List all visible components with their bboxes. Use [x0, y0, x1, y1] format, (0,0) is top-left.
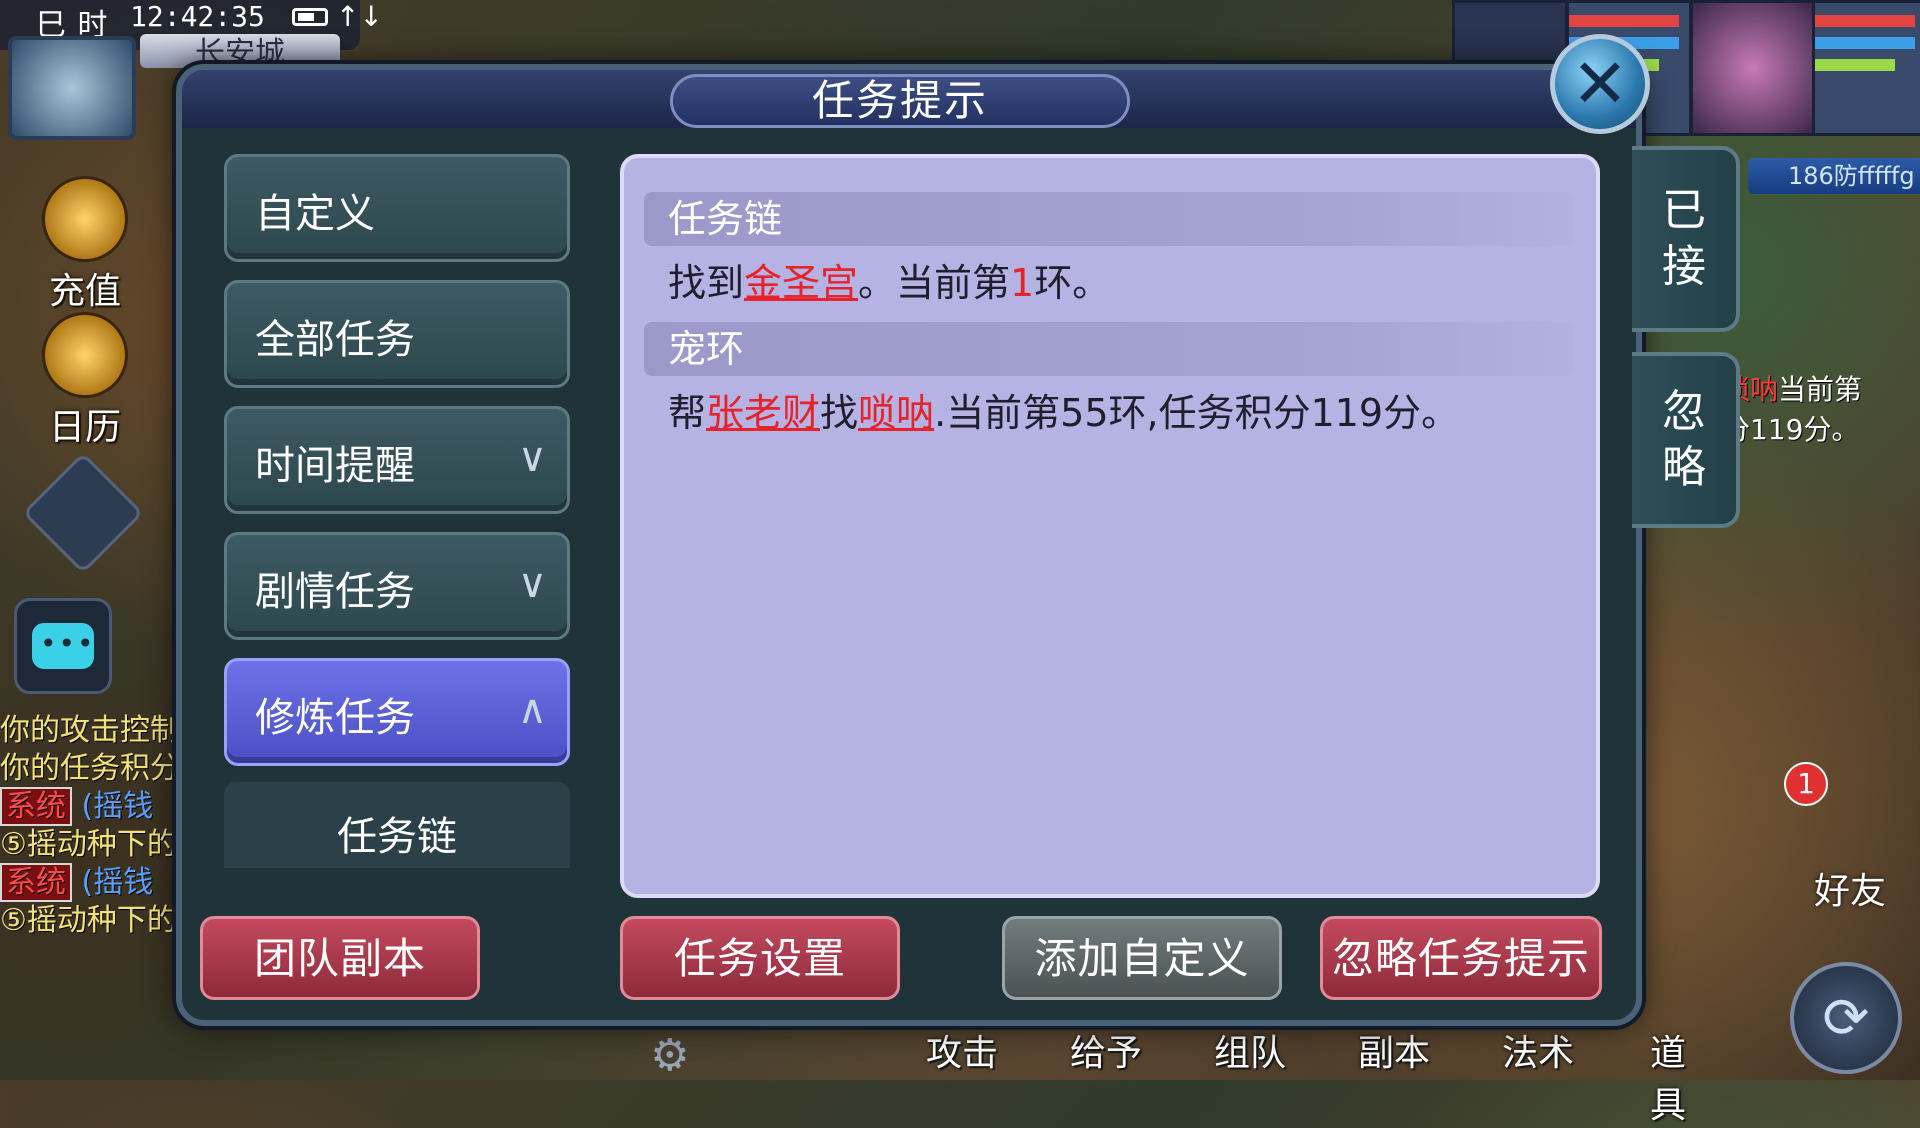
- chat-line: ⑤摇动种下的: [0, 903, 177, 938]
- item-link[interactable]: 唢呐: [858, 391, 934, 435]
- gear-icon[interactable]: ⚙: [650, 1030, 689, 1081]
- chat-line: ⑤摇动种下的: [0, 827, 177, 862]
- task-tracker-snippet[interactable]: 唢呐当前第 分119分。: [1722, 370, 1862, 450]
- gong-icon: [42, 312, 128, 398]
- round-number: 1: [1010, 261, 1035, 305]
- player-portrait[interactable]: [1690, 0, 1816, 136]
- add-custom-button[interactable]: 添加自定义: [1002, 916, 1282, 1000]
- text-segment: 环。: [1034, 261, 1111, 305]
- text-segment: 帮: [668, 391, 707, 435]
- clock-time: 12:42:35: [130, 0, 265, 33]
- task-chain-description: 找到金圣宫。当前第1环。: [668, 252, 1110, 307]
- chevron-down-icon: ∨: [517, 435, 547, 481]
- calendar-label: 日历: [48, 407, 121, 448]
- direction-pad-icon[interactable]: [22, 452, 144, 574]
- chat-bubble-icon: [32, 623, 96, 669]
- team-dungeon-button[interactable]: 团队副本: [200, 916, 480, 1000]
- score-tag: 186防fffffg: [1748, 158, 1920, 194]
- text-segment: 找: [820, 391, 859, 435]
- chat-log[interactable]: 你的攻击控制 你的任务积分 系统 (摇钱 ⑤摇动种下的 系统 (摇钱 ⑤摇动种下…: [0, 712, 180, 1012]
- submenu-item-task-chain[interactable]: 任务链: [224, 782, 570, 868]
- task-settings-button[interactable]: 任务设置: [620, 916, 900, 1000]
- section-header-task-chain: 任务链: [644, 192, 1574, 246]
- menu-item-label: 剧情任务: [255, 569, 415, 615]
- team-button[interactable]: 组队: [1214, 1024, 1286, 1076]
- chat-line: 系统 (摇钱: [0, 787, 180, 826]
- menu-item-label: 时间提醒: [255, 443, 415, 489]
- tracker-text: 当前第: [1778, 373, 1863, 406]
- friend-button[interactable]: 好友: [1790, 862, 1910, 914]
- hp-bar: [1569, 15, 1679, 27]
- close-icon[interactable]: ✕: [1550, 34, 1650, 134]
- menu-item-label: 修炼任务: [255, 695, 415, 741]
- menu-item-custom[interactable]: 自定义: [224, 154, 570, 262]
- item-button[interactable]: 道具: [1650, 1024, 1720, 1128]
- tracker-line: 唢呐当前第: [1722, 370, 1862, 410]
- ignore-task-tips-button[interactable]: 忽略任务提示: [1320, 916, 1602, 1000]
- location-name[interactable]: 长安城: [140, 34, 340, 68]
- chat-line-text: (摇钱: [81, 789, 154, 824]
- chevron-down-icon: ∨: [517, 561, 547, 607]
- dungeon-button[interactable]: 副本: [1358, 1024, 1430, 1076]
- minimap-portrait[interactable]: [8, 36, 136, 140]
- chat-line: 你的任务积分: [0, 751, 180, 786]
- give-button[interactable]: 给予: [1070, 1024, 1142, 1076]
- chat-line: 你的攻击控制: [0, 713, 180, 748]
- location-link[interactable]: 金圣宫: [744, 261, 858, 305]
- tab-label: 已接: [1662, 185, 1706, 292]
- text-segment: .当前第55环,任务积分119分。: [934, 391, 1460, 435]
- task-detail-panel: 任务链 找到金圣宫。当前第1环。 宠环 帮张老财找唢呐.当前第55环,任务积分1…: [620, 154, 1600, 898]
- chat-line-text: (摇钱: [81, 865, 154, 900]
- tab-ignored[interactable]: 忽略: [1632, 352, 1740, 528]
- system-tag: 系统: [0, 863, 72, 902]
- menu-item-time-reminder[interactable]: 时间提醒 ∨: [224, 406, 570, 514]
- spell-button[interactable]: 法术: [1502, 1024, 1574, 1076]
- player-bars: [1812, 0, 1920, 136]
- menu-item-label: 自定义: [255, 191, 375, 237]
- npc-link[interactable]: 张老财: [706, 391, 820, 435]
- menu-item-all-tasks[interactable]: 全部任务: [224, 280, 570, 388]
- submenu-item-label: 任务链: [337, 814, 457, 860]
- text-segment: 。当前第: [858, 261, 1011, 305]
- tracker-line: 分119分。: [1722, 413, 1860, 446]
- chat-line: 系统 (摇钱: [0, 863, 180, 902]
- system-tag: 系统: [0, 787, 72, 826]
- hp-bar: [1815, 15, 1915, 27]
- sp-bar: [1815, 59, 1895, 71]
- friend-notification-badge: 1: [1784, 762, 1828, 806]
- tab-label: 忽略: [1662, 386, 1706, 493]
- recharge-button[interactable]: 充值: [30, 176, 140, 314]
- text-segment: 找到: [668, 261, 745, 305]
- tab-accepted[interactable]: 已接: [1632, 146, 1740, 332]
- battery-icon: [292, 8, 328, 26]
- dialog-title: 任务提示: [670, 74, 1130, 128]
- recharge-label: 充值: [48, 271, 121, 312]
- chat-button[interactable]: [14, 598, 112, 694]
- pet-ring-description: 帮张老财找唢呐.当前第55环,任务积分119分。: [668, 382, 1459, 437]
- treasure-chest-icon: [42, 176, 128, 262]
- signal-icon: ↑↓: [336, 0, 383, 33]
- refresh-icon[interactable]: ⟳: [1790, 962, 1902, 1074]
- calendar-button[interactable]: 日历: [30, 312, 140, 450]
- attack-button[interactable]: 攻击: [926, 1024, 998, 1076]
- task-tips-dialog: 任务提示 自定义 全部任务 时间提醒 ∨ 剧情任务 ∨ 修炼任务 ∧ 任务链 任…: [176, 64, 1740, 1026]
- menu-item-training-tasks[interactable]: 修炼任务 ∧: [224, 658, 570, 766]
- chevron-up-icon: ∧: [517, 687, 547, 733]
- section-header-pet-ring: 宠环: [644, 322, 1574, 376]
- mp-bar: [1815, 37, 1915, 49]
- menu-item-story-tasks[interactable]: 剧情任务 ∨: [224, 532, 570, 640]
- menu-item-label: 全部任务: [255, 317, 415, 363]
